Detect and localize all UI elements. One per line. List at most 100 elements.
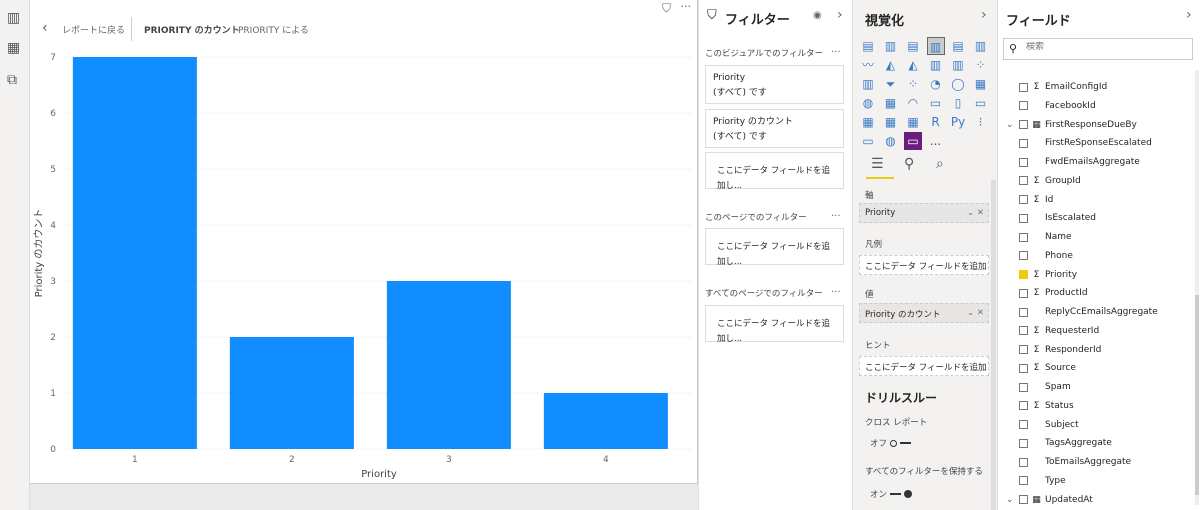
more-icon[interactable]: ...: [831, 208, 841, 219]
visual-type-icon[interactable]: ▦: [972, 75, 990, 93]
visual-type-icon[interactable]: ▤: [859, 37, 877, 55]
checkbox[interactable]: [1019, 345, 1028, 354]
model-icon[interactable]: ⧉: [7, 72, 17, 88]
remove-field-icon[interactable]: ⌄ ✕: [967, 208, 984, 218]
add-field-drop[interactable]: ここにデータ フィールドを追加し...: [705, 152, 844, 191]
visual-type-icon[interactable]: ▥: [859, 75, 877, 93]
filter-card-priority[interactable]: Priority (すべて) です: [705, 65, 844, 104]
visual-type-icon[interactable]: ◍: [859, 94, 877, 112]
visual-type-icon[interactable]: ▦: [859, 113, 877, 131]
field-item[interactable]: Σ EmailConfigId: [1006, 78, 1107, 96]
checkbox[interactable]: [1019, 195, 1028, 204]
checkbox[interactable]: [1019, 420, 1028, 429]
visual-type-icon[interactable]: ⁘: [904, 75, 922, 93]
visual-type-icon[interactable]: ▭: [904, 132, 922, 150]
cross-report-toggle[interactable]: オフ: [870, 437, 912, 449]
visual-type-icon[interactable]: ⏷: [882, 75, 900, 93]
format-tab-icon[interactable]: ⚲: [904, 156, 914, 172]
field-item[interactable]: Name: [1006, 228, 1072, 246]
visual-type-icon[interactable]: ▭: [927, 94, 945, 112]
legend-well[interactable]: ここにデータ フィールドを追加して...: [859, 255, 989, 275]
checkbox[interactable]: [1019, 495, 1028, 504]
visual-type-icon[interactable]: ▤: [949, 37, 967, 55]
visual-type-icon[interactable]: ▭: [972, 94, 990, 112]
visual-type-icon[interactable]: ▥: [926, 37, 945, 55]
scrollbar[interactable]: [991, 180, 996, 510]
analytics-tab-icon[interactable]: ⌕: [936, 156, 944, 172]
visual-type-icon[interactable]: ◔: [927, 75, 945, 93]
keep-filters-toggle[interactable]: オン: [870, 488, 913, 500]
visual-type-icon[interactable]: ◭: [904, 56, 922, 74]
visual-type-icon[interactable]: ◭: [882, 56, 900, 74]
tooltips-well[interactable]: ここにデータ フィールドを追加して...: [859, 356, 989, 376]
visual-type-icon[interactable]: R: [927, 113, 945, 131]
visual-type-icon[interactable]: ▯: [949, 94, 967, 112]
field-item[interactable]: FwdEmailsAggregate: [1006, 153, 1140, 171]
visual-type-icon[interactable]: ⁘: [972, 56, 990, 74]
field-item[interactable]: Σ Status: [1006, 397, 1074, 415]
expand-chevron-icon[interactable]: ⌄: [1006, 495, 1015, 505]
visual-type-icon[interactable]: ▦: [904, 113, 922, 131]
visual-type-icon[interactable]: ▦: [882, 94, 900, 112]
checkbox[interactable]: [1019, 382, 1028, 392]
field-item[interactable]: IsEscalated: [1006, 209, 1096, 227]
expand-chevron-icon[interactable]: ⌄: [1006, 120, 1015, 130]
more-icon[interactable]: ...: [831, 44, 841, 55]
field-item[interactable]: Σ Id: [1006, 191, 1053, 209]
field-item[interactable]: ⌄ ▦ UpdatedAt: [1006, 491, 1093, 509]
more-visuals-icon[interactable]: ...: [927, 132, 945, 150]
field-item[interactable]: FacebookId: [1006, 97, 1096, 115]
field-item[interactable]: Phone: [1006, 247, 1073, 265]
search-input[interactable]: [1026, 42, 1176, 52]
field-item[interactable]: Subject: [1006, 416, 1079, 434]
filter-card-priority-count[interactable]: Priority のカウント (すべて) です: [705, 109, 844, 148]
eye-icon[interactable]: ◉: [813, 10, 822, 21]
visual-type-icon[interactable]: ▭: [859, 132, 877, 150]
checkbox[interactable]: [1019, 326, 1028, 336]
add-field-drop[interactable]: ここにデータ フィールドを追加し...: [705, 228, 844, 267]
visual-type-icon[interactable]: ⁝: [972, 113, 990, 131]
checkbox[interactable]: [1019, 288, 1028, 298]
field-search[interactable]: ⚲: [1003, 38, 1193, 60]
field-item[interactable]: Σ ResponderId: [1006, 341, 1101, 359]
field-item[interactable]: Spam: [1006, 378, 1071, 396]
visual-type-icon[interactable]: ◠: [904, 94, 922, 112]
visual-type-icon[interactable]: ▤: [904, 37, 922, 55]
visual-type-icon[interactable]: ▥: [949, 56, 967, 74]
checkbox[interactable]: [1019, 101, 1028, 111]
values-well[interactable]: Priority のカウント ⌄ ✕: [859, 303, 989, 323]
checkbox[interactable]: [1019, 82, 1028, 92]
checkbox[interactable]: [1019, 270, 1028, 279]
more-icon[interactable]: ...: [831, 284, 841, 295]
field-item[interactable]: Σ Source: [1006, 359, 1076, 377]
checkbox[interactable]: [1019, 307, 1028, 317]
add-field-drop[interactable]: ここにデータ フィールドを追加し...: [705, 305, 844, 344]
field-item[interactable]: Σ Priority: [1006, 266, 1077, 284]
visual-type-icon[interactable]: ◍: [882, 132, 900, 150]
field-item[interactable]: FirstReSponseEscalated: [1006, 134, 1152, 152]
visual-type-icon[interactable]: ▥: [882, 37, 900, 55]
checkbox[interactable]: [1019, 476, 1028, 486]
visual-type-icon[interactable]: ▥: [972, 37, 990, 55]
collapse-chevron-icon[interactable]: ›: [981, 7, 987, 23]
field-item[interactable]: ToEmailsAggregate: [1006, 453, 1131, 471]
fields-tab-icon[interactable]: ☰: [871, 156, 884, 172]
checkbox[interactable]: [1019, 363, 1028, 373]
visual-type-icon[interactable]: ◯: [949, 75, 967, 93]
checkbox[interactable]: [1019, 438, 1028, 448]
field-item[interactable]: ReplyCcEmailsAggregate: [1006, 303, 1158, 321]
axis-well[interactable]: Priority ⌄ ✕: [859, 203, 989, 223]
checkbox[interactable]: [1019, 232, 1028, 242]
checkbox[interactable]: [1019, 120, 1028, 129]
checkbox[interactable]: [1019, 176, 1028, 186]
checkbox[interactable]: [1019, 157, 1028, 167]
checkbox[interactable]: [1019, 138, 1028, 148]
field-item[interactable]: ⌄ ▦ FirstResponseDueBy: [1006, 116, 1137, 134]
checkbox[interactable]: [1019, 213, 1028, 223]
collapse-chevron-icon[interactable]: ›: [1186, 7, 1192, 23]
visual-type-icon[interactable]: ▦: [882, 113, 900, 131]
data-icon[interactable]: ▦: [7, 40, 20, 56]
visual-type-icon[interactable]: ▥: [927, 56, 945, 74]
remove-field-icon[interactable]: ⌄ ✕: [967, 308, 984, 318]
field-item[interactable]: Type: [1006, 472, 1066, 490]
